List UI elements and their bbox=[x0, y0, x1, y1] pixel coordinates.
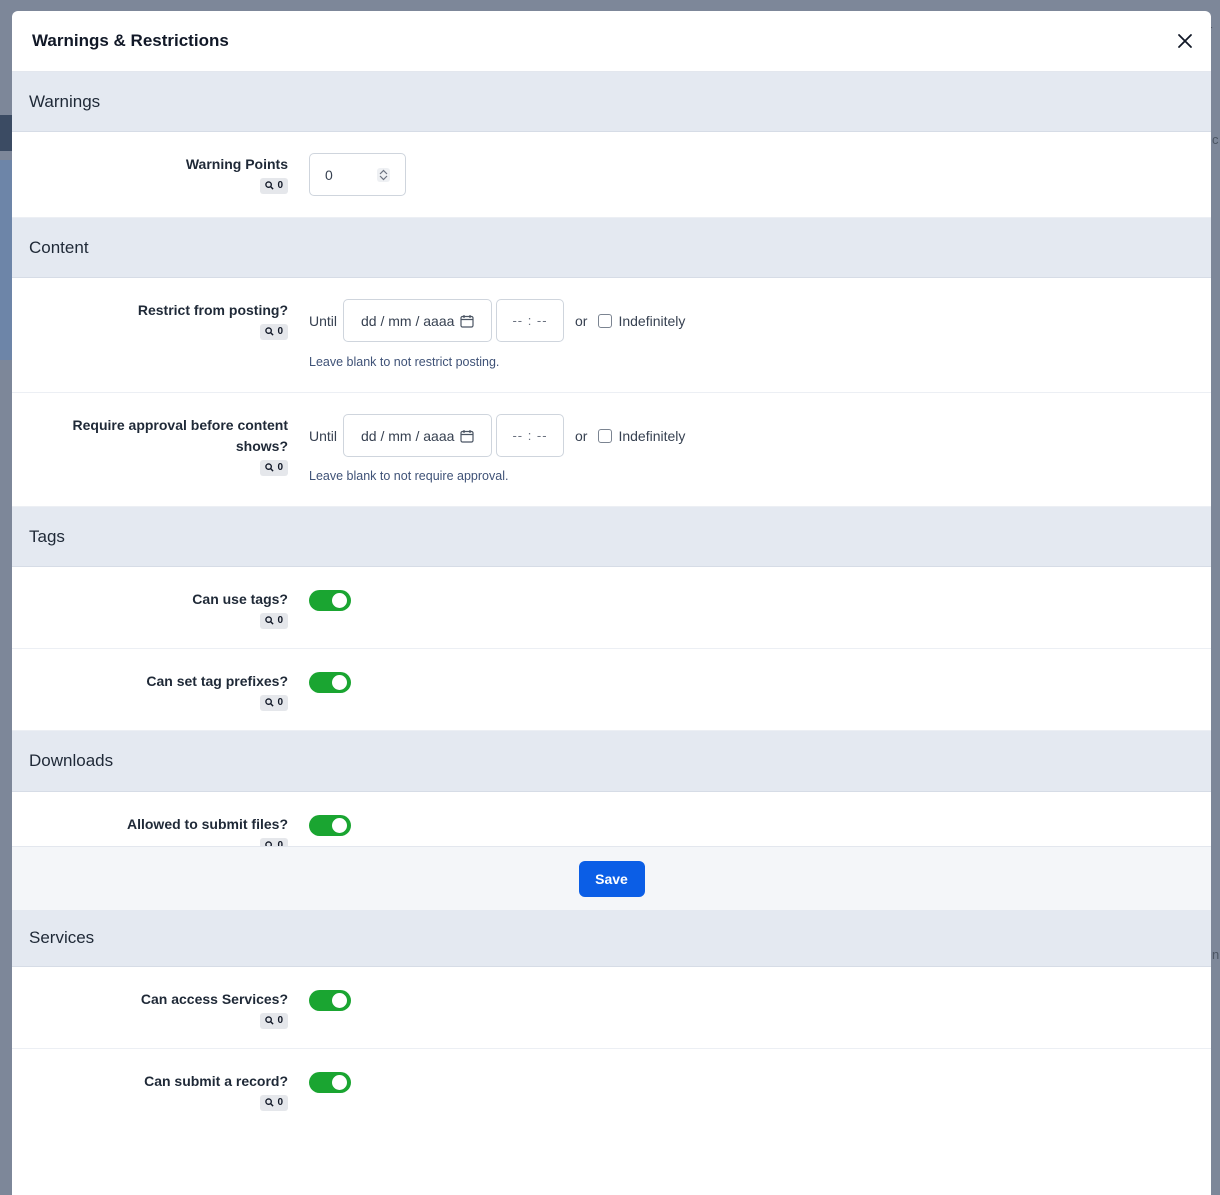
section-content: Content bbox=[12, 218, 1211, 278]
modal-scroll-area[interactable]: Warnings Warning Points 0 0 Content Rest… bbox=[12, 72, 1211, 846]
modal-title: Warnings & Restrictions bbox=[32, 31, 229, 50]
calendar-icon[interactable] bbox=[460, 314, 474, 328]
row-access-services: Can access Services? 0 bbox=[12, 967, 1211, 1049]
background-text: n bbox=[1212, 947, 1220, 962]
approval-date-input[interactable]: dd / mm / aaaa bbox=[343, 414, 493, 457]
background-text: c bbox=[1212, 132, 1219, 147]
or-label: or bbox=[575, 427, 588, 444]
can-set-prefixes-toggle[interactable] bbox=[309, 672, 351, 693]
close-icon bbox=[1178, 34, 1192, 48]
section-tags: Tags bbox=[12, 507, 1211, 567]
search-icon bbox=[265, 181, 275, 190]
section-downloads: Downloads bbox=[12, 731, 1211, 792]
search-badge[interactable]: 0 bbox=[260, 1094, 288, 1111]
posting-date-input[interactable]: dd / mm / aaaa bbox=[343, 299, 493, 342]
approval-time-input[interactable]: -- : -- bbox=[496, 414, 565, 457]
access-services-toggle[interactable] bbox=[309, 990, 351, 1011]
submit-record-toggle[interactable] bbox=[309, 1072, 351, 1093]
modal-dialog: Warnings & Restrictions Warnings Warning… bbox=[12, 11, 1211, 1195]
search-badge[interactable]: 0 bbox=[260, 837, 288, 846]
search-icon bbox=[265, 327, 275, 336]
indefinitely-label[interactable]: Indefinitely bbox=[618, 313, 685, 329]
services-block: Services Can access Services? 0 Can subm… bbox=[12, 910, 1211, 1131]
search-badge[interactable]: 0 bbox=[260, 459, 288, 476]
access-services-label: Can access Services? bbox=[140, 991, 288, 1007]
chevron-down-icon bbox=[379, 175, 388, 180]
until-label: Until bbox=[309, 312, 338, 329]
can-use-tags-label: Can use tags? bbox=[192, 591, 288, 607]
close-button[interactable] bbox=[1173, 29, 1197, 53]
search-badge[interactable]: 0 bbox=[260, 1012, 288, 1029]
require-approval-label-line1: Require approval before content bbox=[72, 417, 288, 433]
can-set-prefixes-label: Can set tag prefixes? bbox=[146, 673, 288, 689]
submit-files-label: Allowed to submit files? bbox=[126, 816, 288, 832]
approval-indefinitely-checkbox[interactable] bbox=[598, 428, 613, 443]
row-warning-points: Warning Points 0 0 bbox=[12, 132, 1211, 218]
restrict-posting-label: Restrict from posting? bbox=[137, 302, 288, 318]
posting-time-input[interactable]: -- : -- bbox=[496, 299, 565, 342]
form-submit-bar: Save bbox=[12, 846, 1211, 911]
search-icon bbox=[265, 1098, 275, 1107]
search-badge[interactable]: 0 bbox=[260, 177, 288, 194]
modal-header: Warnings & Restrictions bbox=[12, 11, 1211, 72]
row-can-use-tags: Can use tags? 0 bbox=[12, 567, 1211, 649]
submit-record-label: Can submit a record? bbox=[144, 1073, 288, 1089]
warning-points-input[interactable]: 0 bbox=[309, 153, 406, 196]
search-icon bbox=[265, 1016, 275, 1025]
row-restrict-posting: Restrict from posting? 0 Until dd / mm /… bbox=[12, 278, 1211, 393]
can-use-tags-toggle[interactable] bbox=[309, 590, 351, 611]
posting-indefinitely-checkbox[interactable] bbox=[598, 313, 613, 328]
search-badge[interactable]: 0 bbox=[260, 694, 288, 711]
calendar-icon[interactable] bbox=[460, 429, 474, 443]
or-label: or bbox=[575, 312, 588, 329]
row-submit-files: Allowed to submit files? 0 bbox=[12, 792, 1211, 846]
until-label: Until bbox=[309, 427, 338, 444]
row-can-set-prefixes: Can set tag prefixes? 0 bbox=[12, 649, 1211, 731]
posting-hint: Leave blank to not restrict posting. bbox=[309, 355, 500, 369]
warning-points-label: Warning Points bbox=[185, 156, 288, 172]
section-warnings: Warnings bbox=[12, 72, 1211, 132]
approval-hint: Leave blank to not require approval. bbox=[309, 469, 509, 483]
background-bar bbox=[0, 115, 12, 151]
section-services: Services bbox=[12, 910, 1211, 967]
indefinitely-label[interactable]: Indefinitely bbox=[618, 428, 685, 444]
search-badge[interactable]: 0 bbox=[260, 612, 288, 629]
search-icon bbox=[265, 698, 275, 707]
row-require-approval: Require approval before content shows? 0… bbox=[12, 393, 1211, 507]
save-button[interactable]: Save bbox=[578, 861, 645, 897]
require-approval-label-line2: shows? bbox=[235, 438, 288, 454]
background-image bbox=[0, 160, 12, 360]
search-badge[interactable]: 0 bbox=[260, 323, 288, 340]
submit-files-toggle[interactable] bbox=[309, 815, 351, 836]
search-icon bbox=[265, 463, 275, 472]
search-icon bbox=[265, 616, 275, 625]
number-spinner[interactable] bbox=[377, 167, 390, 182]
row-submit-record: Can submit a record? 0 bbox=[12, 1049, 1211, 1131]
